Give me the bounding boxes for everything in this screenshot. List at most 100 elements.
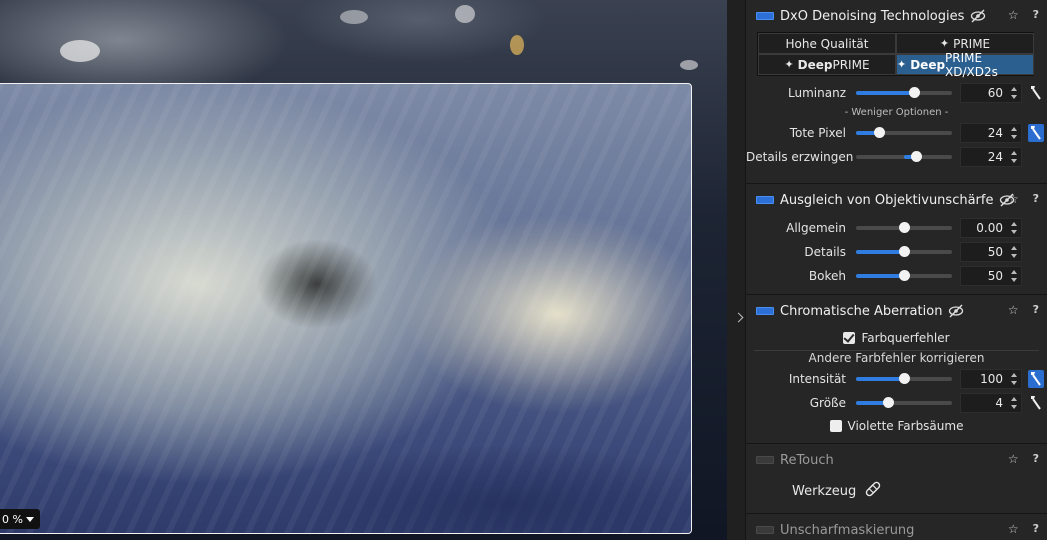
- image-viewer[interactable]: 0 %: [0, 0, 727, 540]
- bubble: [680, 60, 698, 70]
- section-title: ReTouch: [780, 452, 834, 468]
- slider-fill: [856, 91, 914, 95]
- allgemein-row: Allgemein 0.00: [746, 216, 1047, 240]
- star-icon[interactable]: ☆: [1008, 522, 1019, 536]
- slider-fill: [856, 250, 904, 254]
- intensitaet-slider[interactable]: [856, 373, 952, 384]
- value-text: 50: [987, 245, 1003, 259]
- quality-option-hohe-qualitaet[interactable]: Hohe Qualität: [758, 33, 896, 54]
- auto-wand-icon[interactable]: [1028, 394, 1044, 412]
- slider-knob[interactable]: [908, 87, 920, 98]
- quality-option-deepprime-xd[interactable]: ✦ Deep PRIME XD/XD2s: [896, 51, 1034, 79]
- value-text: 50: [987, 269, 1003, 283]
- spinner-icon[interactable]: [1011, 246, 1017, 258]
- chromatic-header[interactable]: Chromatische Aberration ☆ ?: [746, 295, 1047, 327]
- farbquerfehler-row[interactable]: Farbquerfehler: [746, 327, 1047, 349]
- help-icon[interactable]: ?: [1033, 8, 1039, 22]
- slider-knob[interactable]: [910, 151, 922, 162]
- bokeh-row: Bokeh 50: [746, 264, 1047, 288]
- spinner-icon[interactable]: [1011, 373, 1017, 385]
- auto-wand-icon[interactable]: [1028, 124, 1044, 142]
- photo-crop[interactable]: [0, 83, 692, 534]
- spinner-icon[interactable]: [1011, 397, 1017, 409]
- star-icon[interactable]: ☆: [1008, 8, 1019, 22]
- help-icon[interactable]: ?: [1033, 303, 1039, 317]
- unsharp-toggle[interactable]: [756, 526, 774, 534]
- lens-blur-header[interactable]: Ausgleich von Objektivunschärfe ☆ ?: [746, 184, 1047, 216]
- section-title: Ausgleich von Objektivunschärfe: [780, 192, 994, 208]
- luminanz-slider[interactable]: [856, 87, 952, 98]
- intensitaet-value[interactable]: 100: [960, 369, 1022, 389]
- luminanz-row: Luminanz 60: [746, 81, 1047, 105]
- retouch-section: ReTouch ☆ ? Werkzeug: [746, 444, 1047, 514]
- retouch-toggle[interactable]: [756, 456, 774, 464]
- spinner-icon[interactable]: [1011, 87, 1017, 99]
- groesse-slider[interactable]: [856, 397, 952, 408]
- denoising-toggle[interactable]: [756, 12, 774, 20]
- auto-wand-icon[interactable]: [1028, 84, 1044, 102]
- violette-row[interactable]: Violette Farbsäume: [746, 415, 1047, 437]
- spinner-icon[interactable]: [1011, 270, 1017, 282]
- panel-collapse-strip[interactable]: [727, 0, 745, 540]
- chevron-right-icon[interactable]: [733, 312, 744, 323]
- tote-pixel-slider[interactable]: [856, 127, 952, 138]
- tote-pixel-value[interactable]: 24: [960, 123, 1022, 143]
- star-icon[interactable]: ☆: [1008, 192, 1019, 206]
- details-erzwingen-value[interactable]: 24: [960, 147, 1022, 167]
- chevron-down-icon: [25, 516, 34, 522]
- lens-blur-toggle[interactable]: [756, 196, 774, 204]
- star-icon[interactable]: ☆: [1008, 452, 1019, 466]
- value-text: 0.00: [976, 221, 1003, 235]
- help-icon[interactable]: ?: [1033, 452, 1039, 466]
- slider-knob[interactable]: [899, 222, 910, 233]
- farbquerfehler-checkbox[interactable]: [843, 332, 856, 344]
- details-row: Details 50: [746, 240, 1047, 264]
- retouch-header[interactable]: ReTouch ☆ ?: [746, 444, 1047, 476]
- row-label: Größe: [809, 396, 846, 410]
- slider-knob[interactable]: [874, 127, 886, 138]
- chromatic-toggle[interactable]: [756, 307, 774, 315]
- details-erzwingen-slider[interactable]: [856, 151, 952, 162]
- bubble: [60, 40, 100, 62]
- star-icon[interactable]: ☆: [1008, 303, 1019, 317]
- spinner-icon[interactable]: [1011, 222, 1017, 234]
- tool-label: Werkzeug: [792, 483, 857, 499]
- fewer-options-link[interactable]: - Weniger Optionen -: [746, 105, 1047, 121]
- section-title: DxO Denoising Technologies: [780, 8, 965, 24]
- violette-checkbox[interactable]: [829, 420, 842, 432]
- zoom-label: 0 %: [2, 512, 23, 526]
- spinner-icon[interactable]: [1011, 127, 1017, 139]
- spinner-icon[interactable]: [1011, 151, 1017, 163]
- quality-option-deepprime[interactable]: ✦ Deep PRIME: [758, 54, 896, 75]
- slider-knob[interactable]: [899, 246, 910, 257]
- help-icon[interactable]: ?: [1033, 522, 1039, 536]
- auto-wand-icon[interactable]: [1028, 370, 1044, 388]
- unsharp-header[interactable]: Unscharfmaskierung ☆ ?: [746, 514, 1047, 540]
- slider-knob[interactable]: [899, 270, 910, 281]
- row-label: Intensität: [788, 372, 846, 386]
- bokeh-slider[interactable]: [856, 270, 952, 281]
- option-label: PRIME: [832, 57, 870, 72]
- allgemein-value[interactable]: 0.00: [960, 218, 1022, 238]
- luminanz-value[interactable]: 60: [960, 83, 1022, 103]
- details-slider[interactable]: [856, 246, 952, 257]
- denoising-header[interactable]: DxO Denoising Technologies ☆ ?: [746, 0, 1047, 32]
- value-text: 60: [987, 86, 1003, 100]
- intensitaet-row: Intensität 100: [746, 367, 1047, 391]
- groesse-value[interactable]: 4: [960, 393, 1022, 413]
- allgemein-slider[interactable]: [856, 222, 952, 233]
- eye-off-icon[interactable]: [948, 304, 964, 318]
- slider-knob[interactable]: [899, 373, 910, 384]
- bubble: [340, 10, 368, 24]
- details-value[interactable]: 50: [960, 242, 1022, 262]
- slider-knob[interactable]: [882, 397, 894, 408]
- slider-fill: [856, 377, 904, 381]
- value-text: 4: [995, 396, 1003, 410]
- option-label-bold: Deep: [910, 57, 946, 72]
- bokeh-value[interactable]: 50: [960, 266, 1022, 286]
- eye-off-icon[interactable]: [970, 9, 986, 23]
- zoom-selector[interactable]: 0 %: [0, 509, 40, 529]
- help-icon[interactable]: ?: [1033, 192, 1039, 206]
- quality-selector: Hohe Qualität ✦ PRIME ✦ Deep PRIME ✦ Dee…: [757, 32, 1034, 79]
- bandage-icon[interactable]: [864, 480, 882, 502]
